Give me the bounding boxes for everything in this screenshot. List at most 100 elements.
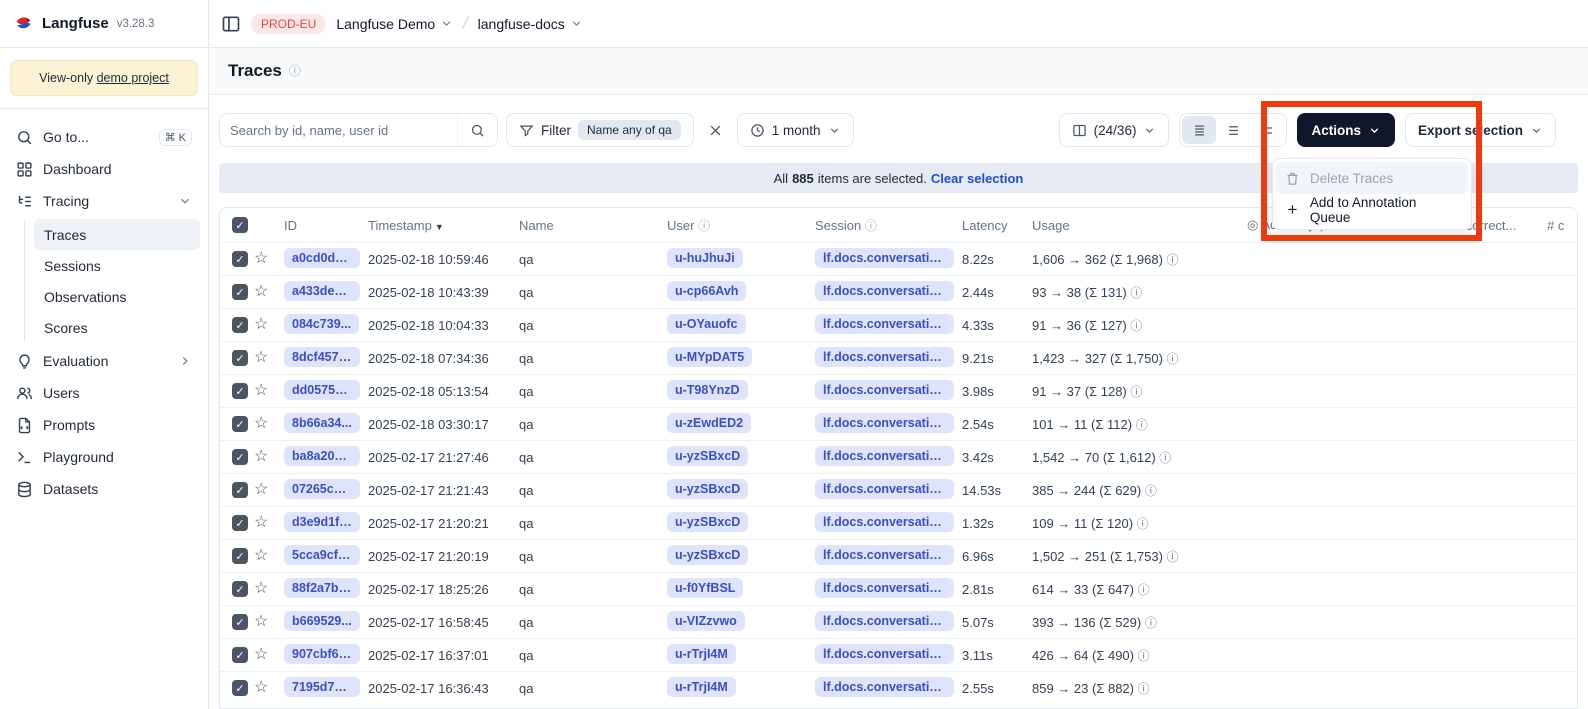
session-id-badge[interactable]: lf.docs.conversation... bbox=[815, 314, 954, 334]
org-selector[interactable]: Langfuse Demo bbox=[336, 16, 453, 32]
search-input[interactable] bbox=[220, 123, 457, 138]
bookmark-star-icon[interactable]: ☆ bbox=[254, 647, 268, 663]
column-header-truncated[interactable]: # c bbox=[1547, 218, 1577, 233]
row-checkbox[interactable]: ✓ bbox=[232, 680, 248, 696]
column-header-id[interactable]: ID bbox=[284, 218, 368, 233]
bookmark-star-icon[interactable]: ☆ bbox=[254, 482, 268, 498]
menu-item-add-to-annotation-queue[interactable]: + Add to Annotation Queue bbox=[1276, 194, 1468, 226]
sidebar-item-sessions[interactable]: Sessions bbox=[34, 250, 200, 281]
session-id-badge[interactable]: lf.docs.conversation... bbox=[815, 479, 954, 499]
bookmark-star-icon[interactable]: ☆ bbox=[254, 680, 268, 696]
sidebar-item-evaluation[interactable]: Evaluation bbox=[8, 345, 200, 377]
user-id-badge[interactable]: u-f0YfBSL bbox=[667, 578, 743, 598]
bookmark-star-icon[interactable]: ☆ bbox=[254, 548, 268, 564]
table-row[interactable]: ✓ ☆ 7195d78e... 2025-02-17 16:36:43 qa u… bbox=[220, 671, 1577, 704]
demo-project-link[interactable]: demo project bbox=[97, 71, 169, 85]
trace-id-badge[interactable]: 8dcf4574... bbox=[284, 347, 360, 367]
row-checkbox[interactable]: ✓ bbox=[232, 515, 248, 531]
bookmark-star-icon[interactable]: ☆ bbox=[254, 581, 268, 597]
filter-button[interactable]: Filter Name any of qa bbox=[506, 113, 694, 147]
bookmark-star-icon[interactable]: ☆ bbox=[254, 251, 268, 267]
column-header-latency[interactable]: Latency bbox=[962, 218, 1032, 233]
row-checkbox[interactable]: ✓ bbox=[232, 581, 248, 597]
bookmark-star-icon[interactable]: ☆ bbox=[254, 383, 268, 399]
table-row[interactable]: ✓ ☆ a0cd0d9... 2025-02-18 10:59:46 qa u-… bbox=[220, 242, 1577, 275]
user-id-badge[interactable]: u-MYpDAT5 bbox=[667, 347, 752, 367]
bookmark-star-icon[interactable]: ☆ bbox=[254, 350, 268, 366]
bookmark-star-icon[interactable]: ☆ bbox=[254, 614, 268, 630]
trace-id-badge[interactable]: a0cd0d9... bbox=[284, 248, 360, 268]
column-header-session[interactable]: Session ⓘ bbox=[815, 218, 962, 233]
row-checkbox[interactable]: ✓ bbox=[232, 284, 248, 300]
row-checkbox[interactable]: ✓ bbox=[232, 317, 248, 333]
menu-item-delete-traces[interactable]: Delete Traces bbox=[1276, 162, 1468, 194]
sidebar-item-dashboard[interactable]: Dashboard bbox=[8, 153, 200, 185]
row-height-medium-button[interactable] bbox=[1216, 116, 1250, 144]
export-selection-button[interactable]: Export selection bbox=[1405, 113, 1556, 147]
column-header-usage[interactable]: Usage bbox=[1032, 218, 1247, 233]
table-row[interactable]: ✓ ☆ 907cbf6e... 2025-02-17 16:37:01 qa u… bbox=[220, 638, 1577, 671]
row-height-small-button[interactable] bbox=[1182, 116, 1216, 144]
session-id-badge[interactable]: lf.docs.conversation... bbox=[815, 677, 954, 697]
session-id-badge[interactable]: lf.docs.conversation... bbox=[815, 281, 954, 301]
session-id-badge[interactable]: lf.docs.conversation... bbox=[815, 611, 954, 631]
user-id-badge[interactable]: u-cp66Avh bbox=[667, 281, 746, 301]
sidebar-item-scores[interactable]: Scores bbox=[34, 312, 200, 343]
bookmark-star-icon[interactable]: ☆ bbox=[254, 449, 268, 465]
actions-button[interactable]: Actions bbox=[1297, 113, 1395, 147]
table-row[interactable]: ✓ ☆ 5cca9cf2... 2025-02-17 21:20:19 qa u… bbox=[220, 539, 1577, 572]
bookmark-star-icon[interactable]: ☆ bbox=[254, 317, 268, 333]
session-id-badge[interactable]: lf.docs.conversation... bbox=[815, 644, 954, 664]
user-id-badge[interactable]: u-rTrjI4M bbox=[667, 644, 736, 664]
column-visibility-button[interactable]: (24/36) bbox=[1059, 113, 1170, 147]
user-id-badge[interactable]: u-OYauofc bbox=[667, 314, 746, 334]
table-row[interactable]: ✓ ☆ d3e9d1f2... 2025-02-17 21:20:21 qa u… bbox=[220, 506, 1577, 539]
session-id-badge[interactable]: lf.docs.conversation... bbox=[815, 248, 954, 268]
session-id-badge[interactable]: lf.docs.conversation... bbox=[815, 413, 954, 433]
trace-id-badge[interactable]: 907cbf6e... bbox=[284, 644, 360, 664]
goto-search[interactable]: Go to... ⌘ K bbox=[8, 121, 200, 153]
user-id-badge[interactable]: u-rTrjI4M bbox=[667, 677, 736, 697]
bookmark-star-icon[interactable]: ☆ bbox=[254, 284, 268, 300]
row-checkbox[interactable]: ✓ bbox=[232, 548, 248, 564]
user-id-badge[interactable]: u-yzSBxcD bbox=[667, 512, 748, 532]
row-checkbox[interactable]: ✓ bbox=[232, 614, 248, 630]
user-id-badge[interactable]: u-yzSBxcD bbox=[667, 545, 748, 565]
table-row[interactable]: ✓ ☆ 88f2a7b0... 2025-02-17 18:25:26 qa u… bbox=[220, 572, 1577, 605]
trace-id-badge[interactable]: 8b66a34... bbox=[284, 413, 360, 433]
time-range-button[interactable]: 1 month bbox=[737, 113, 854, 147]
bookmark-star-icon[interactable]: ☆ bbox=[254, 416, 268, 432]
table-row[interactable]: ✓ ☆ 8b66a34... 2025-02-18 03:30:17 qa u-… bbox=[220, 407, 1577, 440]
trace-id-badge[interactable]: 88f2a7b0... bbox=[284, 578, 360, 598]
table-row[interactable]: ✓ ☆ b669529... 2025-02-17 16:58:45 qa u-… bbox=[220, 605, 1577, 638]
sidebar-item-traces[interactable]: Traces bbox=[34, 219, 200, 250]
session-id-badge[interactable]: lf.docs.conversation... bbox=[815, 578, 954, 598]
row-checkbox[interactable]: ✓ bbox=[232, 251, 248, 267]
sidebar-item-observations[interactable]: Observations bbox=[34, 281, 200, 312]
sidebar-toggle-icon[interactable] bbox=[221, 14, 241, 34]
session-id-badge[interactable]: lf.docs.conversation... bbox=[815, 545, 954, 565]
trace-id-badge[interactable]: 5cca9cf2... bbox=[284, 545, 360, 565]
select-all-checkbox[interactable]: ✓ bbox=[232, 217, 248, 233]
sidebar-item-prompts[interactable]: Prompts bbox=[8, 409, 200, 441]
column-header-user[interactable]: User ⓘ bbox=[667, 218, 815, 233]
row-checkbox[interactable]: ✓ bbox=[232, 449, 248, 465]
row-checkbox[interactable]: ✓ bbox=[232, 383, 248, 399]
table-row[interactable]: ✓ ☆ ba8a208f... 2025-02-17 21:27:46 qa u… bbox=[220, 440, 1577, 473]
column-header-name[interactable]: Name bbox=[519, 218, 667, 233]
trace-id-badge[interactable]: ba8a208f... bbox=[284, 446, 360, 466]
trace-id-badge[interactable]: 07265c7a... bbox=[284, 479, 360, 499]
row-height-large-button[interactable] bbox=[1250, 116, 1284, 144]
user-id-badge[interactable]: u-VIZzvwo bbox=[667, 611, 745, 631]
trace-id-badge[interactable]: d3e9d1f2... bbox=[284, 512, 360, 532]
session-id-badge[interactable]: lf.docs.conversation... bbox=[815, 446, 954, 466]
table-row[interactable]: ✓ ☆ dd05753... 2025-02-18 05:13:54 qa u-… bbox=[220, 374, 1577, 407]
user-id-badge[interactable]: u-huJhuJi bbox=[667, 248, 743, 268]
session-id-badge[interactable]: lf.docs.conversation... bbox=[815, 380, 954, 400]
trace-id-badge[interactable]: 084c739... bbox=[284, 314, 359, 334]
session-id-badge[interactable]: lf.docs.conversation... bbox=[815, 347, 954, 367]
sidebar-item-datasets[interactable]: Datasets bbox=[8, 473, 200, 505]
search-submit-button[interactable] bbox=[457, 114, 497, 146]
trace-id-badge[interactable]: a433de51... bbox=[284, 281, 360, 301]
bookmark-star-icon[interactable]: ☆ bbox=[254, 515, 268, 531]
